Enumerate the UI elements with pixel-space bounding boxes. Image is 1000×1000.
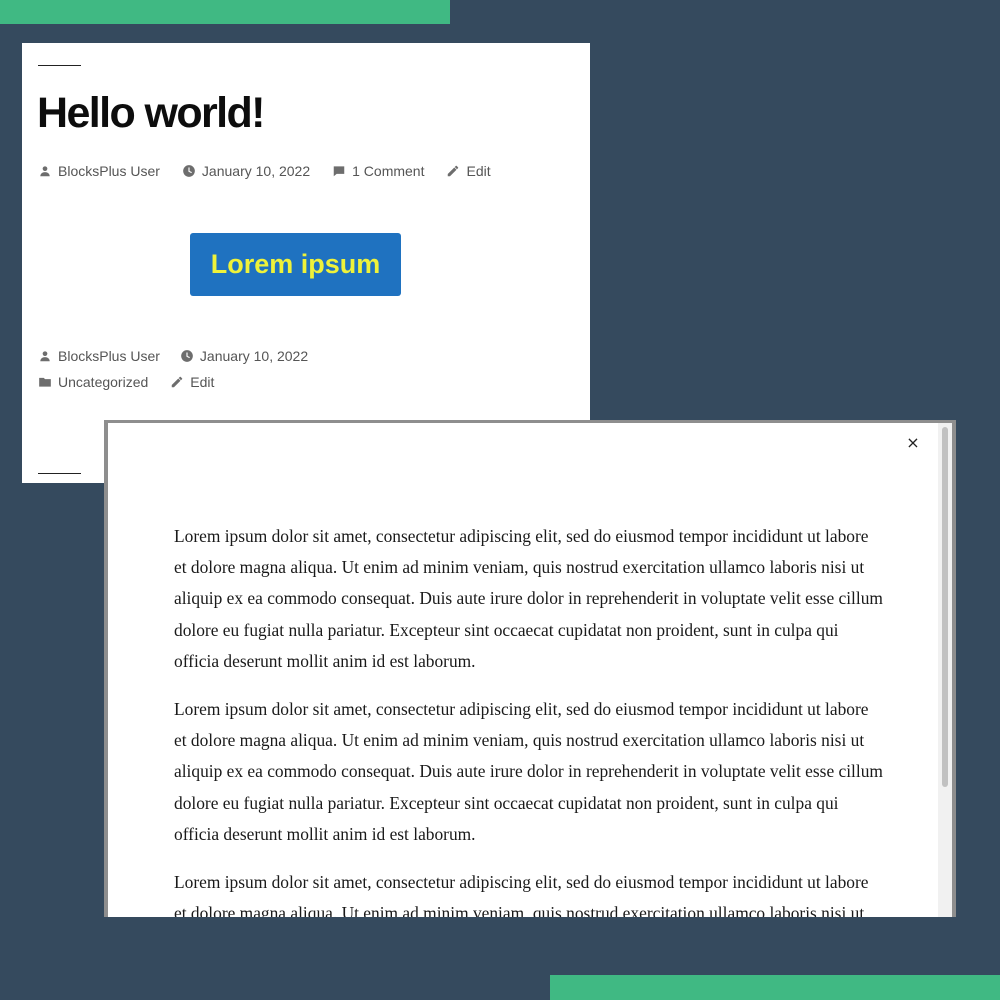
meta-comments: 1 Comment <box>332 163 424 179</box>
post-card: Hello world! BlocksPlus User January 10,… <box>22 43 590 483</box>
post-footer-meta-row-1: BlocksPlus User January 10, 2022 <box>38 348 330 364</box>
footer-edit-link[interactable]: Edit <box>190 374 214 390</box>
footer-date-link[interactable]: January 10, 2022 <box>200 348 308 364</box>
modal-paragraph: Lorem ipsum dolor sit amet, consectetur … <box>174 526 883 671</box>
accent-bar-top <box>0 0 450 24</box>
modal-dialog: × Lorem ipsum dolor sit amet, consectetu… <box>104 420 956 917</box>
post-footer-meta-row-2: Uncategorized Edit <box>38 374 236 390</box>
category-link[interactable]: Uncategorized <box>58 374 148 390</box>
footer-meta-date: January 10, 2022 <box>180 348 308 364</box>
footer-meta-category: Uncategorized <box>38 374 148 390</box>
date-link[interactable]: January 10, 2022 <box>202 163 310 179</box>
close-icon[interactable]: × <box>903 433 923 453</box>
clock-icon <box>180 349 194 363</box>
post-meta-top: BlocksPlus User January 10, 2022 1 Comme… <box>38 163 513 179</box>
modal-scrollbar[interactable] <box>938 423 952 917</box>
post-title: Hello world! <box>37 89 265 137</box>
comment-icon <box>332 164 346 178</box>
separator-top <box>38 65 81 66</box>
modal-content: × Lorem ipsum dolor sit amet, consectetu… <box>108 423 952 917</box>
user-icon <box>38 164 52 178</box>
edit-link[interactable]: Edit <box>466 163 490 179</box>
meta-date: January 10, 2022 <box>182 163 310 179</box>
lorem-ipsum-button[interactable]: Lorem ipsum <box>190 233 401 296</box>
pencil-icon <box>446 164 460 178</box>
pencil-icon <box>170 375 184 389</box>
footer-author-link[interactable]: BlocksPlus User <box>58 348 160 364</box>
accent-bar-bottom <box>550 975 1000 1000</box>
clock-icon <box>182 164 196 178</box>
scrollbar-thumb[interactable] <box>942 427 948 787</box>
meta-author: BlocksPlus User <box>38 163 160 179</box>
user-icon <box>38 349 52 363</box>
author-link[interactable]: BlocksPlus User <box>58 163 160 179</box>
meta-edit: Edit <box>446 163 491 179</box>
modal-body: Lorem ipsum dolor sit amet, consectetur … <box>174 521 884 917</box>
folder-icon <box>38 375 52 389</box>
modal-paragraph: Lorem ipsum dolor sit amet, consectetur … <box>174 872 869 917</box>
footer-meta-author: BlocksPlus User <box>38 348 160 364</box>
comments-link[interactable]: 1 Comment <box>352 163 424 179</box>
separator-bottom <box>38 473 81 474</box>
footer-meta-edit: Edit <box>170 374 214 390</box>
modal-paragraph: Lorem ipsum dolor sit amet, consectetur … <box>174 699 883 844</box>
